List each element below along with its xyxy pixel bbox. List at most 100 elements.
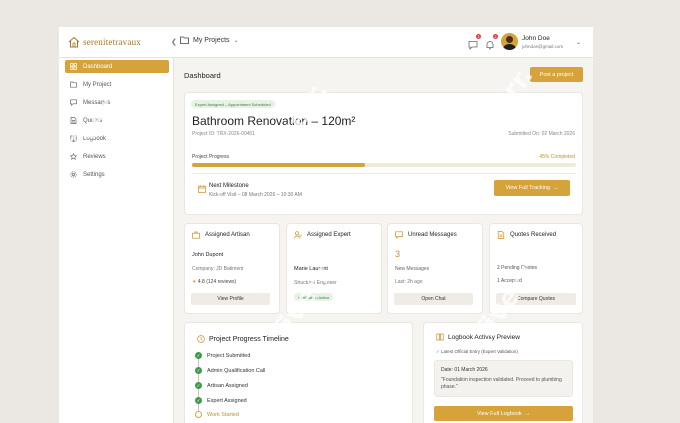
new-messages-label: New Messages [395, 266, 430, 272]
sidebar-item-my-project[interactable]: My Project [65, 78, 169, 91]
verification-status-badge: Verification Active [294, 293, 334, 301]
project-title: Bathroom Renovation – 120m² [192, 114, 356, 128]
sidebar-item-label: My Project [83, 81, 112, 88]
view-full-logbook-button[interactable]: View Full Logbook → [434, 406, 573, 421]
arrow-right-icon: → [553, 185, 559, 191]
card-header: Assigned Expert [294, 231, 351, 239]
timeline-item: ✓ Admin Qualification Call [195, 367, 265, 374]
latest-entry-text: Latest Official Entry (Expert Validation… [441, 349, 518, 354]
timeline-item: ✓ Expert Assigned [195, 397, 247, 404]
timeline-item-label: Work Started [207, 411, 239, 418]
sidebar-item-quotes[interactable]: Quotes [65, 114, 169, 127]
user-menu-chevron-icon[interactable]: ⌄ [576, 39, 581, 46]
view-full-logbook-label: View Full Logbook [476, 410, 522, 417]
chat-icon [395, 231, 403, 239]
user-name: John Doe [522, 34, 550, 42]
card-header: Quotes Received [497, 231, 556, 239]
assigned-expert-card: Assigned Expert Marie Laurent Structural… [286, 223, 382, 314]
card-title: Unread Messages [408, 232, 457, 238]
timeline-item: ✓ Artisan Assigned [195, 382, 248, 389]
open-chat-button[interactable]: Open Chat [394, 293, 473, 305]
view-profile-button[interactable]: View Profile [191, 293, 270, 305]
timeline-item-label: Artisan Assigned [207, 382, 248, 389]
project-selector[interactable]: My Projects ⌄ [180, 36, 239, 44]
chat-icon [468, 41, 478, 50]
sidebar-item-settings[interactable]: Settings [65, 168, 169, 181]
grid-icon [70, 63, 77, 70]
artisan-name: John Dupont [192, 252, 224, 258]
progress-bar-fill [192, 163, 365, 167]
compare-quotes-button[interactable]: Compare Quotes [496, 293, 576, 305]
progress-label: Project Progress [192, 154, 229, 160]
brand-logo[interactable]: serenitetravaux [68, 36, 141, 48]
timeline-item-label: Expert Assigned [207, 397, 247, 404]
expert-role: Structural Engineer [294, 280, 337, 286]
sidebar-item-label: Dashboard [83, 63, 113, 70]
app-window: serenitetravaux ❮ My Projects ⌄ 2 2 John… [59, 27, 593, 423]
arrow-right-icon: → [524, 410, 531, 417]
project-timeline-card: Project Progress Timeline ✓ Project Submi… [184, 322, 413, 423]
sidebar: Dashboard My Project Messages Quotes Log… [59, 58, 174, 423]
sidebar-item-label: Settings [83, 171, 105, 178]
messages-button[interactable]: 2 [468, 34, 481, 50]
quotes-received-card: Quotes Received 2 Pending Quotes 1 Accep… [489, 223, 583, 314]
bell-icon [486, 41, 494, 50]
last-message-time: Last: 2h ago [395, 279, 423, 285]
sidebar-item-label: Logbook [83, 135, 107, 142]
folder-icon [180, 36, 189, 44]
timeline-item-label: Admin Qualification Call [207, 367, 266, 374]
accepted-quotes: 1 Accepted [497, 278, 522, 284]
chat-icon [70, 99, 77, 106]
sidebar-item-messages[interactable]: Messages [65, 96, 169, 109]
brand-name: serenitetravaux [83, 37, 141, 47]
artisan-rating-text: 4.8 (124 reviews) [197, 279, 237, 285]
star-icon [70, 153, 77, 160]
chevron-down-icon: ⌄ [233, 37, 239, 44]
latest-entry-label: ✓ Latest Official Entry (Expert Validati… [436, 349, 518, 355]
card-title: Assigned Expert [307, 232, 351, 238]
card-header: Project Progress Timeline [197, 335, 289, 343]
notifications-button[interactable]: 2 [485, 34, 498, 50]
entry-note: "Foundation inspection validated. Procee… [441, 377, 562, 391]
sidebar-collapse-icon[interactable]: ❮ [171, 38, 177, 46]
next-milestone-title: Next Milestone [209, 183, 249, 189]
project-id: Project ID: TRX-2026-00451 [192, 131, 255, 137]
unread-messages-card: Unread Messages 3 New Messages Last: 2h … [387, 223, 483, 314]
card-title: Assigned Artisan [205, 232, 250, 238]
calendar-icon [198, 185, 206, 193]
artisan-company: Company: JD Batiment [192, 266, 244, 272]
top-bar: serenitetravaux ❮ My Projects ⌄ 2 2 John… [59, 27, 593, 58]
folder-icon [70, 81, 77, 88]
user-menu[interactable]: John Doe johndoe@gmail.com [501, 33, 563, 50]
project-overview-card: Expert Assigned – Appointment Scheduled … [184, 92, 583, 215]
sidebar-item-logbook[interactable]: Logbook [65, 132, 169, 145]
card-title: Quotes Received [510, 232, 557, 238]
status-badge: Expert Assigned – Appointment Scheduled [191, 100, 275, 108]
check-icon: ✓ [195, 352, 202, 359]
check-icon: ✓ [195, 367, 202, 374]
timeline-item-label: Project Submitted [207, 352, 251, 359]
sidebar-item-reviews[interactable]: Reviews [65, 150, 169, 163]
progress-percent: 45% Completed [539, 154, 575, 160]
unread-count: 3 [395, 249, 401, 259]
user-email: johndoe@gmail.com [522, 43, 564, 49]
progress-bar [192, 163, 576, 167]
view-full-tracking-button[interactable]: View Full Tracking → [494, 180, 570, 196]
book-icon [70, 135, 77, 142]
sidebar-item-label: Reviews [83, 153, 106, 160]
logbook-preview-card: Logbook Activity Preview ✓ Latest Offici… [423, 322, 583, 423]
document-icon [497, 231, 505, 239]
messages-badge: 2 [476, 34, 481, 39]
assigned-artisan-card: Assigned Artisan John Dupont Company: JD… [184, 223, 280, 314]
star-icon: ★ [192, 279, 197, 285]
card-title: Logbook Activity Preview [448, 333, 520, 341]
sidebar-item-dashboard[interactable]: Dashboard [65, 60, 169, 73]
timeline-item: ✓ Project Submitted [195, 352, 250, 359]
check-icon: ✓ [195, 397, 202, 404]
clock-icon [197, 335, 205, 343]
pending-quotes: 2 Pending Quotes [497, 265, 538, 271]
post-project-button[interactable]: Post a project [530, 67, 583, 82]
view-full-tracking-label: View Full Tracking [505, 185, 551, 191]
book-icon [436, 333, 444, 341]
divider [192, 173, 576, 174]
